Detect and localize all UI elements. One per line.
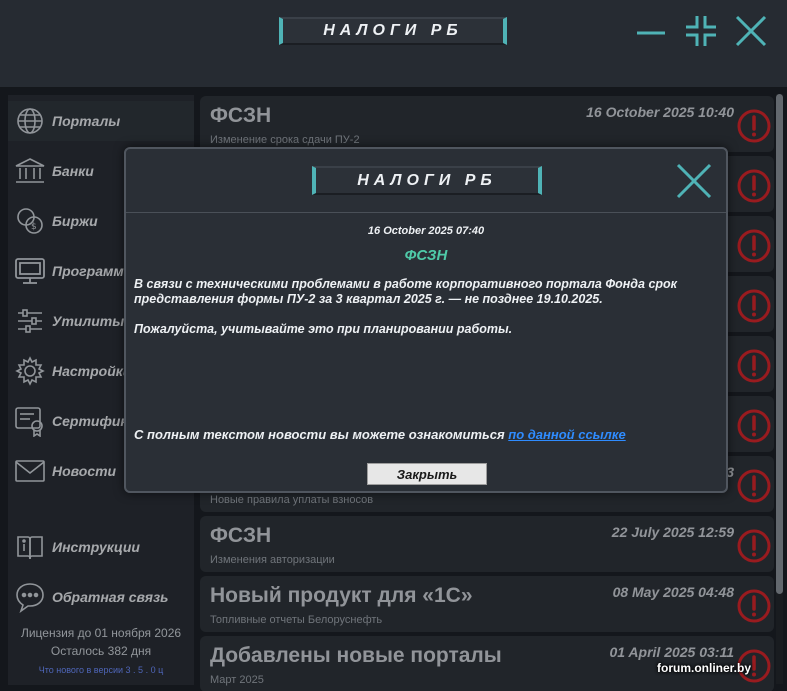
news-paragraph: В связи с техническими проблемами в рабо… <box>134 277 678 306</box>
full-text-prefix: С полным текстом новости вы можете ознак… <box>134 427 509 442</box>
news-dialog: НАЛОГИ РБ 16 October 2025 07:40 ФСЗН В с… <box>124 147 728 493</box>
full-text-line: С полным текстом новости вы можете ознак… <box>134 427 720 442</box>
news-body: В связи с техническими проблемами в рабо… <box>134 277 720 352</box>
news-date: 16 October 2025 07:40 <box>367 225 485 237</box>
close-icon <box>735 15 767 47</box>
dialog-header: НАЛОГИ РБ <box>126 149 726 213</box>
close-icon <box>676 163 712 199</box>
maximize-icon <box>686 16 716 46</box>
app-title: НАЛОГИ РБ <box>279 17 507 45</box>
watermark: forum.onliner.by <box>657 661 752 675</box>
dialog-close-button[interactable] <box>674 161 714 201</box>
minimize-icon <box>637 31 665 35</box>
maximize-button[interactable] <box>682 12 720 50</box>
news-source: ФСЗН <box>404 247 448 264</box>
minimize-button[interactable] <box>632 12 670 50</box>
full-text-link[interactable]: по данной ссылке <box>508 427 625 442</box>
news-paragraph: Пожалуйста, учитывайте это при планирова… <box>134 322 513 336</box>
title-bar: НАЛОГИ РБ <box>0 0 787 88</box>
close-window-button[interactable] <box>732 12 770 50</box>
dialog-title: НАЛОГИ РБ <box>312 166 542 195</box>
dialog-ok-button[interactable]: Закрыть <box>367 463 487 485</box>
